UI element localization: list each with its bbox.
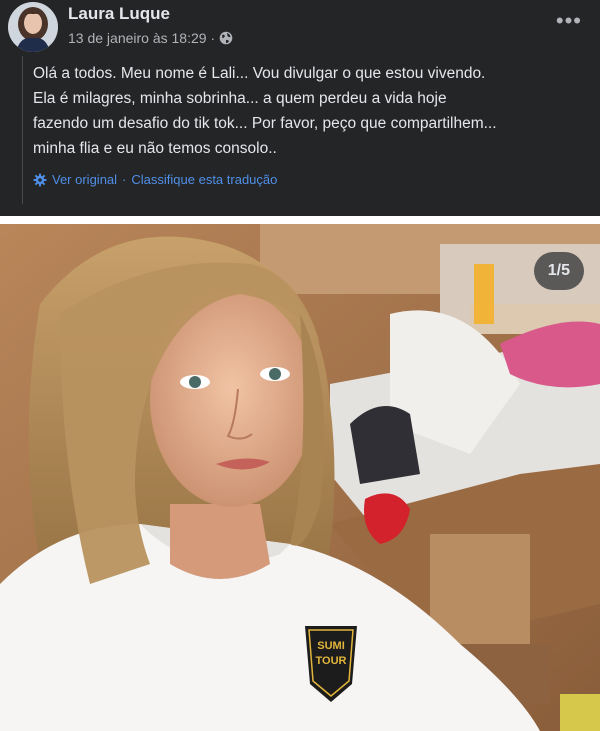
post-photo[interactable]: SUMI TOUR 1/5 — [0, 224, 600, 731]
view-original-link[interactable]: Ver original — [52, 172, 117, 187]
facebook-post: Laura Luque 13 de janeiro às 18:29 · •••… — [0, 0, 600, 216]
post-message: Olá a todos. Meu nome é Lali... Vou divu… — [33, 61, 593, 161]
globe-icon[interactable] — [219, 31, 233, 45]
author-avatar[interactable] — [8, 2, 58, 52]
post-meta: 13 de janeiro às 18:29 · — [68, 30, 233, 46]
link-separator: · — [122, 172, 127, 187]
shirt-badge-text-top: SUMI — [317, 640, 345, 652]
message-line: minha flia e eu não temos consolo.. — [33, 140, 277, 157]
message-line: Ela é milagres, minha sobrinha... a quem… — [33, 90, 447, 107]
post-timestamp[interactable]: 13 de janeiro às 18:29 · — [68, 30, 215, 46]
translation-quote-bar — [22, 56, 23, 204]
more-options-button[interactable]: ••• — [556, 10, 582, 32]
shirt-badge-text-bottom: TOUR — [316, 655, 347, 667]
message-line: fazendo um desafio do tik tok... Por fav… — [33, 115, 497, 132]
rate-translation-link[interactable]: Classifique esta tradução — [131, 172, 277, 187]
author-name[interactable]: Laura Luque — [68, 4, 170, 24]
message-line: Olá a todos. Meu nome é Lali... Vou divu… — [33, 65, 486, 82]
translation-bar: Ver original · Classifique esta tradução — [33, 172, 277, 187]
photo-counter-badge[interactable]: 1/5 — [533, 252, 584, 290]
gear-icon[interactable] — [33, 173, 47, 187]
